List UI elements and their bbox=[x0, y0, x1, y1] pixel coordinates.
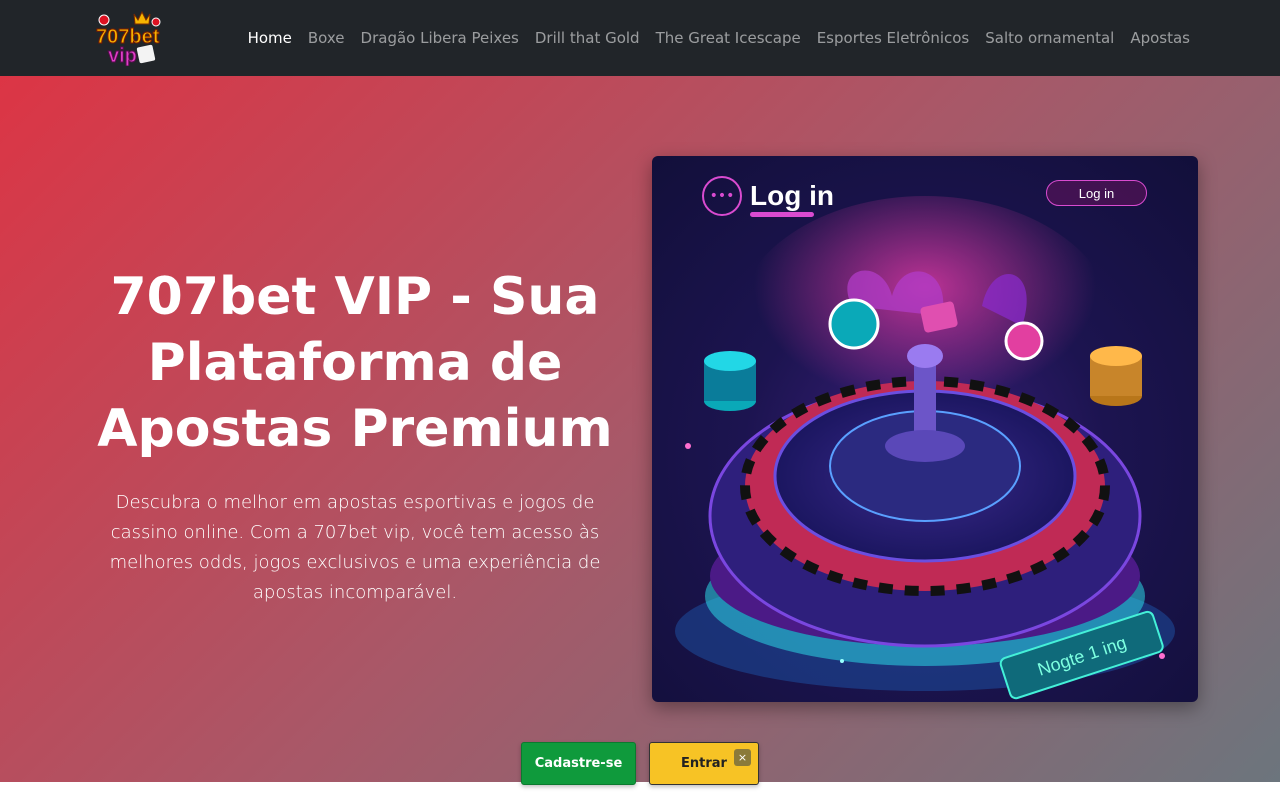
nav-item-home[interactable]: Home bbox=[248, 29, 292, 47]
hero-title: 707bet VIP - Sua Plataforma de Apostas P… bbox=[97, 267, 613, 459]
close-icon[interactable]: × bbox=[734, 749, 751, 766]
nav-item-salto-ornamental[interactable]: Salto ornamental bbox=[985, 29, 1114, 47]
image-title-underline bbox=[750, 212, 814, 217]
nav-item-boxe[interactable]: Boxe bbox=[308, 29, 345, 47]
nav-item-apostas[interactable]: Apostas bbox=[1130, 29, 1190, 47]
chat-bubble-icon: ••• bbox=[702, 176, 742, 216]
chip-stack-left bbox=[704, 351, 756, 411]
roulette-illustration: Nogte 1 ing bbox=[675, 196, 1175, 700]
logo-graphic: 707bet vip bbox=[96, 10, 161, 68]
nav-item-great-icescape[interactable]: The Great Icescape bbox=[656, 29, 801, 47]
hero-section: 707bet VIP - Sua Plataforma de Apostas P… bbox=[0, 76, 1280, 782]
nav-item-drill-that-gold[interactable]: Drill that Gold bbox=[535, 29, 640, 47]
signup-button[interactable]: Cadastre-se bbox=[521, 742, 636, 785]
brand-logo[interactable]: 707bet vip bbox=[94, 10, 168, 68]
top-navbar: 707bet vip Home Boxe Dragão Libera Peixe… bbox=[0, 0, 1280, 76]
nav-item-esportes-eletronicos[interactable]: Esportes Eletrônicos bbox=[817, 29, 970, 47]
hero-roulette-image: Nogte 1 ing ••• Log in Log in bbox=[652, 156, 1198, 702]
hero-description: Descubra o melhor em apostas esportivas … bbox=[109, 492, 601, 603]
image-login-header: ••• Log in bbox=[702, 176, 834, 216]
logo-text-bottom: vip bbox=[108, 45, 137, 66]
nav-item-dragao-libera-peixes[interactable]: Dragão Libera Peixes bbox=[361, 29, 519, 47]
nav-menu: Home Boxe Dragão Libera Peixes Drill tha… bbox=[248, 0, 1190, 76]
image-login-title: Log in bbox=[750, 180, 834, 211]
chip-stack-right bbox=[1090, 346, 1142, 406]
image-login-button: Log in bbox=[1046, 180, 1147, 206]
